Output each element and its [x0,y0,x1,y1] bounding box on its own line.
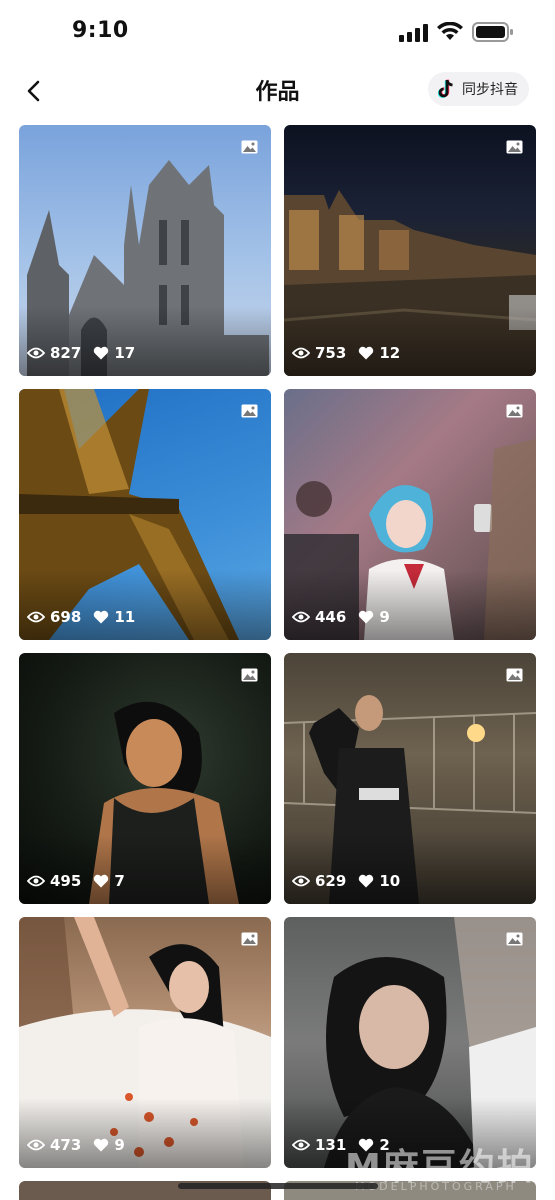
thumbnail-shade [19,834,271,904]
view-count: 827 [50,344,82,362]
image-icon [241,932,258,946]
thumbnail-shade [19,1098,271,1168]
work-stats: 629 10 [292,872,400,890]
heart-icon [359,874,374,888]
view-count: 473 [50,1136,82,1154]
heart-icon [94,874,109,888]
work-card-4[interactable]: 446 9 [284,389,536,640]
thumbnail-shade [19,306,271,376]
eye-icon [292,611,310,623]
like-count: 10 [379,872,401,890]
view-count: 629 [315,872,347,890]
work-card-1[interactable]: 827 17 [19,125,271,376]
work-stats: 446 9 [292,608,390,626]
eye-icon [27,347,45,359]
work-card-8[interactable]: 131 2 [284,917,536,1168]
work-stats: 753 12 [292,344,400,362]
view-count: 446 [315,608,347,626]
eye-icon [292,347,310,359]
works-grid: 827 17 753 12 698 11 446 9 495 7 629 10 … [0,0,555,1200]
like-count: 17 [114,344,136,362]
work-card-2[interactable]: 753 12 [284,125,536,376]
thumbnail-shade [19,570,271,640]
heart-icon [94,346,109,360]
image-icon [506,140,523,154]
work-stats: 698 11 [27,608,135,626]
like-count: 7 [114,872,125,890]
heart-icon [94,610,109,624]
view-count: 753 [315,344,347,362]
thumbnail-shade [284,306,536,376]
eye-icon [292,875,310,887]
heart-icon [359,610,374,624]
view-count: 495 [50,872,82,890]
work-card-6[interactable]: 629 10 [284,653,536,904]
image-icon [506,668,523,682]
like-count: 9 [114,1136,125,1154]
eye-icon [27,875,45,887]
work-stats: 827 17 [27,344,135,362]
image-icon [241,668,258,682]
heart-icon [94,1138,109,1152]
work-stats: 473 9 [27,1136,125,1154]
thumbnail-shade [284,834,536,904]
like-count: 9 [379,608,390,626]
image-icon [241,140,258,154]
work-card-5[interactable]: 495 7 [19,653,271,904]
work-stats: 495 7 [27,872,125,890]
view-count: 131 [315,1136,347,1154]
eye-icon [27,611,45,623]
image-icon [506,404,523,418]
like-count: 12 [379,344,401,362]
heart-icon [359,346,374,360]
home-indicator[interactable] [178,1183,378,1189]
thumbnail-shade [284,570,536,640]
work-card-7[interactable]: 473 9 [19,917,271,1168]
eye-icon [27,1139,45,1151]
like-count: 11 [114,608,136,626]
image-icon [241,404,258,418]
view-count: 698 [50,608,82,626]
eye-icon [292,1139,310,1151]
image-icon [506,932,523,946]
work-card-3[interactable]: 698 11 [19,389,271,640]
watermark-subtext: MODELPHOTOGRAPH [355,1180,517,1193]
